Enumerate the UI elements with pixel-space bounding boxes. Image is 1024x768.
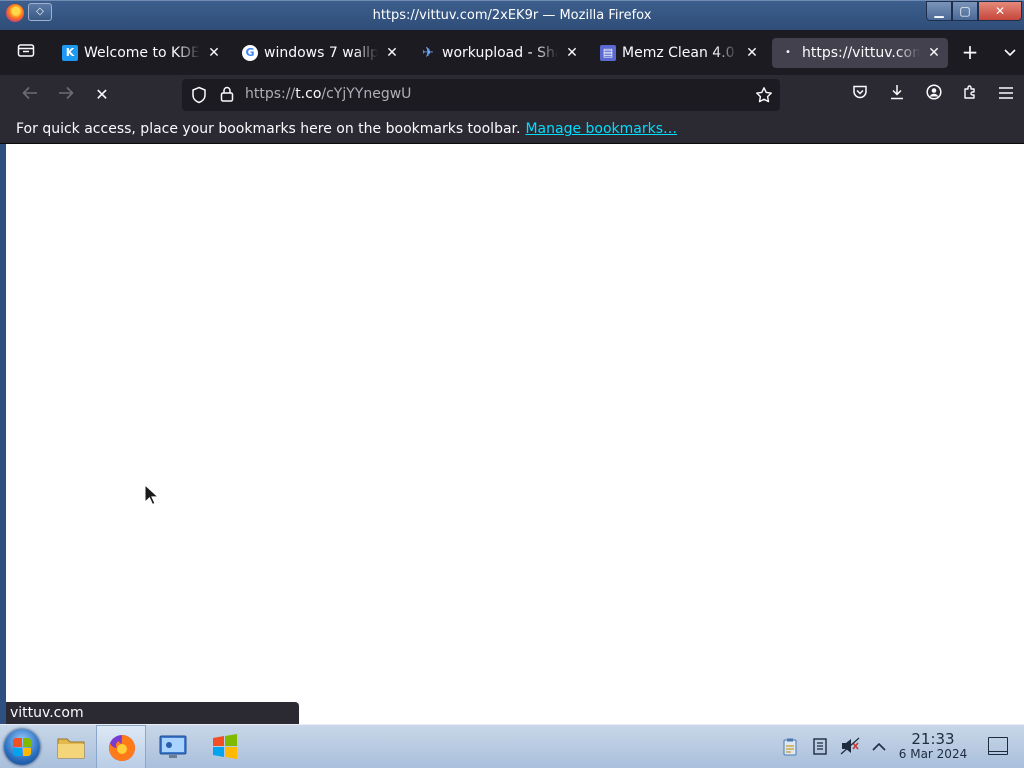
- stop-loading-button[interactable]: ✕: [88, 81, 116, 109]
- firefox-view-button[interactable]: [10, 38, 42, 68]
- tab-close-icon[interactable]: ✕: [384, 38, 400, 68]
- url-scheme: https://: [245, 86, 296, 102]
- bookmarks-toolbar-message: For quick access, place your bookmarks h…: [16, 121, 521, 137]
- account-icon[interactable]: [920, 81, 948, 109]
- start-menu-button[interactable]: [4, 729, 40, 765]
- google-icon: G: [242, 45, 258, 61]
- workupload-icon: ✈: [422, 45, 434, 61]
- back-arrow-icon: [22, 86, 37, 100]
- tab-memz[interactable]: ▤ Memz Clean 4.0 Z.zip ✕: [592, 38, 766, 68]
- tab-close-icon[interactable]: ✕: [206, 38, 222, 68]
- tab-label: https://vittuv.com/2xEK9r: [802, 45, 920, 61]
- window-title-bar: ◇ https://vittuv.com/2xEK9r — Mozilla Fi…: [0, 0, 1024, 30]
- taskbar-windows-app[interactable]: [200, 725, 250, 768]
- tab-close-icon[interactable]: ✕: [564, 38, 580, 68]
- tab-label: windows 7 wallpaper - Google Search: [264, 45, 378, 61]
- window-controls: ▁ ▢ ✕: [926, 1, 1022, 21]
- tab-label: Memz Clean 4.0 Z.zip: [622, 45, 738, 61]
- show-hidden-icons-chevron-up-icon[interactable]: [869, 737, 889, 757]
- manage-bookmarks-link[interactable]: Manage bookmarks…: [525, 121, 677, 137]
- url-path: /cYjYYnegwU: [321, 86, 412, 102]
- url-host: t.co: [295, 86, 322, 102]
- window-title: https://vittuv.com/2xEK9r — Mozilla Fire…: [372, 8, 652, 23]
- notes-tray-icon[interactable]: [810, 737, 830, 757]
- clock-date: 6 Mar 2024: [898, 747, 968, 761]
- volume-muted-icon[interactable]: [840, 737, 860, 757]
- bookmark-star-icon[interactable]: [755, 86, 773, 104]
- extensions-puzzle-icon[interactable]: [956, 81, 984, 109]
- tab-label: Welcome to KDE - KDE Community: [84, 45, 200, 61]
- tab-workupload[interactable]: ✈ workupload - Share your files ✕: [412, 38, 586, 68]
- page-content-area[interactable]: [0, 144, 1024, 724]
- windows-logo-icon: [13, 738, 31, 756]
- tab-label: workupload - Share your files: [442, 45, 558, 61]
- taskbar-file-manager[interactable]: [46, 725, 96, 768]
- tab-vittuv-active[interactable]: • https://vittuv.com/2xEK9r ✕: [772, 38, 948, 68]
- pocket-icon[interactable]: [846, 81, 874, 109]
- kde-icon: K: [62, 45, 78, 61]
- tab-strip: K Welcome to KDE - KDE Community ✕ G win…: [0, 30, 1024, 75]
- close-window-button[interactable]: ✕: [978, 1, 1022, 21]
- tab-google-search[interactable]: G windows 7 wallpaper - Google Search ✕: [234, 38, 406, 68]
- show-desktop-icon[interactable]: [988, 737, 1008, 755]
- taskbar: 21:33 6 Mar 2024: [0, 724, 1024, 768]
- firefox-icon: [109, 735, 135, 761]
- hamburger-menu-icon[interactable]: [992, 81, 1020, 109]
- url-text[interactable]: https://t.co/cYjYYnegwU: [245, 86, 411, 102]
- back-button[interactable]: [16, 81, 44, 109]
- navigation-toolbar: ✕ https://t.co/cYjYYnegwU: [0, 75, 1024, 115]
- downloads-icon[interactable]: [883, 81, 911, 109]
- taskbar-firefox[interactable]: [96, 725, 146, 768]
- tab-close-icon[interactable]: ✕: [926, 38, 942, 68]
- taskbar-system-settings[interactable]: [148, 725, 198, 768]
- clock-time: 21:33: [911, 730, 955, 748]
- forward-button[interactable]: [52, 81, 80, 109]
- tab-kde[interactable]: K Welcome to KDE - KDE Community ✕: [54, 38, 228, 68]
- memz-icon: ▤: [600, 45, 616, 61]
- forward-arrow-icon: [59, 86, 74, 100]
- system-settings-icon: [159, 735, 187, 758]
- tracking-protection-shield-icon[interactable]: [190, 86, 208, 104]
- folder-icon: [57, 738, 85, 759]
- loading-dot-icon: •: [785, 47, 791, 58]
- new-tab-button[interactable]: +: [956, 38, 984, 68]
- firefox-view-icon: [17, 44, 35, 57]
- clipboard-tray-icon[interactable]: [780, 737, 800, 757]
- lock-icon[interactable]: [218, 86, 236, 104]
- windows-flag-icon: [213, 734, 237, 759]
- taskbar-clock[interactable]: 21:33 6 Mar 2024: [893, 731, 973, 762]
- link-status-panel: vittuv.com: [6, 702, 299, 724]
- tab-close-icon[interactable]: ✕: [744, 38, 760, 68]
- address-bar[interactable]: https://t.co/cYjYYnegwU: [182, 79, 780, 111]
- list-all-tabs-chevron-down-icon[interactable]: [996, 38, 1024, 68]
- bookmarks-toolbar: For quick access, place your bookmarks h…: [0, 115, 1024, 144]
- maximize-button[interactable]: ▢: [952, 1, 978, 21]
- minimize-button[interactable]: ▁: [926, 1, 952, 21]
